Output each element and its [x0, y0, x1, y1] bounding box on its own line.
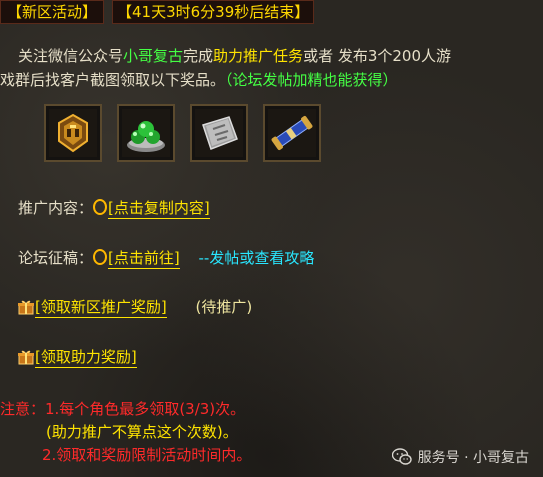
forum-hint: （论坛发帖加精也能获得） — [225, 71, 398, 89]
promotion-task-name: 助力推广任务 — [213, 47, 304, 65]
scroll-icon — [268, 109, 316, 157]
event-tag: 【新区活动】 — [0, 0, 105, 24]
promo-label: 推广内容： — [18, 199, 94, 217]
description-text-1: 关注微信公众号 — [18, 47, 124, 65]
claim-new-row: [领取新区推广奖励] (待推广) — [18, 296, 253, 318]
forum-label: 论坛征稿： — [18, 249, 94, 267]
description-text-2: 完成 — [183, 47, 214, 65]
reward-items — [44, 104, 321, 162]
watermark: 服务号 · 小哥复古 — [391, 447, 529, 467]
claim-help-row: [领取助力奖励] — [18, 346, 137, 368]
gift-icon — [18, 350, 34, 365]
note-line-3: 2.领取和奖励限制活动时间内。 — [42, 446, 252, 464]
reward-item[interactable] — [117, 104, 175, 162]
note-line-1: 注意：1.每个角色最多领取(3/3)次。 — [0, 400, 246, 418]
official-account-name: 小哥复古 — [123, 47, 184, 65]
watermark-text: 服务号 · 小哥复古 — [417, 450, 529, 466]
ring-icon — [93, 249, 108, 265]
description-text-4: 戏群后找客户截图领取以下奖品。 — [0, 71, 226, 89]
go-forum-link[interactable]: [点击前往] — [108, 249, 180, 269]
ring-icon — [93, 199, 108, 215]
note-line-2: (助力推广不算点这个次数)。 — [46, 423, 238, 441]
reward-item[interactable] — [263, 104, 321, 162]
green-gem-pile-icon — [122, 109, 170, 157]
wechat-icon — [391, 448, 412, 465]
notes: 注意：1.每个角色最多领取(3/3)次。 (助力推广不算点这个次数)。 2.领取… — [0, 398, 251, 467]
silver-book-icon — [195, 109, 243, 157]
gift-icon — [18, 300, 34, 315]
description-line-1: 关注微信公众号小哥复古完成助力推广任务或者 发布3个200人游 — [0, 44, 540, 68]
countdown-timer: 【41天3时6分39秒后结束】 — [112, 0, 315, 24]
reward-item[interactable] — [190, 104, 248, 162]
event-description: 关注微信公众号小哥复古完成助力推广任务或者 发布3个200人游 戏群后找客户截图… — [0, 44, 540, 92]
reward-item[interactable] — [44, 104, 102, 162]
claim-new-status: (待推广) — [195, 298, 253, 316]
description-line-2: 戏群后找客户截图领取以下奖品。（论坛发帖加精也能获得） — [0, 68, 540, 92]
golden-mask-icon — [49, 109, 97, 157]
description-text-3: 或者 发布3个200人游 — [303, 47, 452, 65]
forum-note: --发帖或查看攻略 — [198, 249, 315, 267]
copy-content-link[interactable]: [点击复制内容] — [108, 199, 210, 219]
claim-new-server-reward-link[interactable]: [领取新区推广奖励] — [35, 298, 167, 318]
promo-row: 推广内容： [点击复制内容] — [18, 197, 210, 219]
forum-row: 论坛征稿： [点击前往] --发帖或查看攻略 — [18, 247, 315, 269]
claim-help-reward-link[interactable]: [领取助力奖励] — [35, 348, 137, 368]
